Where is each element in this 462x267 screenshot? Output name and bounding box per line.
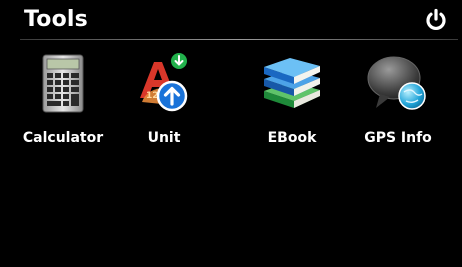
power-button[interactable] bbox=[424, 8, 448, 32]
tool-label-calculator: Calculator bbox=[22, 130, 104, 146]
power-icon bbox=[426, 8, 446, 30]
header-divider bbox=[20, 39, 458, 40]
gps-info-icon bbox=[367, 56, 426, 110]
tool-gps-info[interactable]: GPS Info bbox=[352, 50, 444, 150]
calculator-icon bbox=[42, 54, 84, 113]
page-title: Tools bbox=[24, 7, 88, 32]
tool-calculator[interactable]: Calculator bbox=[17, 50, 109, 150]
tool-label-ebook: EBook bbox=[267, 130, 317, 146]
books-icon bbox=[264, 58, 320, 108]
tools-screen: Tools Calculator 120 Unit EBook GPS Info bbox=[0, 0, 462, 267]
tool-ebook[interactable]: EBook bbox=[246, 50, 338, 150]
header-bar: Tools bbox=[0, 0, 462, 40]
tool-label-gps-info: GPS Info bbox=[364, 130, 432, 146]
unit-converter-icon: 120 bbox=[140, 53, 188, 112]
tool-label-unit: Unit bbox=[147, 130, 181, 146]
tool-unit[interactable]: 120 Unit bbox=[118, 50, 210, 150]
